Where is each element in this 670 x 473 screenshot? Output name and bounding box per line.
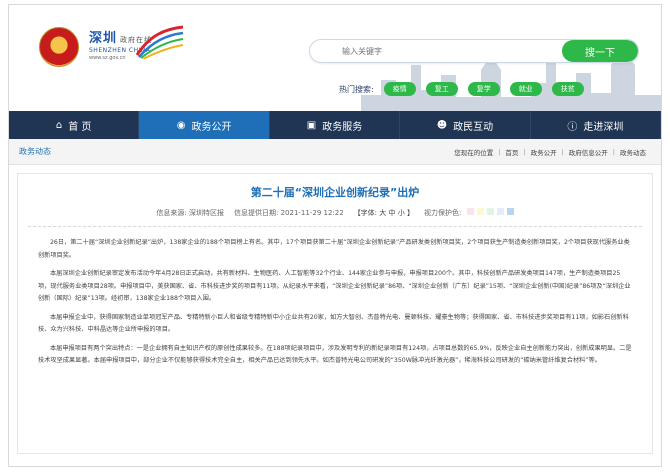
source-value: 深圳特区报 <box>189 209 224 217</box>
vision-color-swatch[interactable] <box>476 208 484 215</box>
article-paragraph: 26日，第二十届“深圳企业创新纪录”出炉，138家企业的188个项目榜上有名。其… <box>38 239 630 259</box>
vision-protect-control: 视力保护色: <box>424 208 514 218</box>
hot-search-item[interactable]: 扶贫 <box>551 82 584 96</box>
logo-swoosh-icon <box>135 25 184 59</box>
nav-item-label: 政民互动 <box>453 121 494 133</box>
monitor-icon: ▣ <box>306 119 317 131</box>
nav-item-gov-services[interactable]: ▣ 政务服务 <box>270 111 401 139</box>
article-title: 第二十届“深圳企业创新纪录”出炉 <box>250 186 420 199</box>
article-paragraph: 本届申报企业中，获得国家制造业单项冠军产品、专精特新小巨人和省级专精特新中小企业… <box>38 313 629 334</box>
vision-color-swatch[interactable] <box>506 208 514 215</box>
browser-frame: 深圳政府在线 SHENZHEN CHINA www.sz.gov.cn 搜一下 … <box>8 4 662 467</box>
article-meta: 信息来源: 深圳特区报 信息提供日期: 2021-11-29 12:22 【字体… <box>18 208 652 218</box>
date-label: 信息提供日期: <box>234 209 279 217</box>
nav-item-about-shenzhen[interactable]: ⓘ 走进深圳 <box>531 111 661 139</box>
breadcrumb: 您现在的位置 | 首页 | 政务公开 | 政府信息公开 | 政务动态 <box>449 147 651 157</box>
section-title: 政务动态 <box>19 147 51 156</box>
hot-search-item[interactable]: 疫情 <box>383 82 416 96</box>
nav-item-gov-affairs[interactable]: ◉ 政务公开 <box>139 111 270 139</box>
hot-search-item[interactable]: 复工 <box>425 82 458 96</box>
source-label: 信息来源: <box>156 209 187 217</box>
national-emblem-icon <box>39 27 79 67</box>
search-input[interactable] <box>310 40 565 62</box>
font-size-control: 【字体: 大 中 小 】 <box>353 209 414 217</box>
home-icon: ⌂ <box>55 119 63 131</box>
info-icon: ⓘ <box>567 121 578 133</box>
hot-search-item[interactable]: 就业 <box>509 82 542 96</box>
nav-item-label: 政务公开 <box>191 121 232 133</box>
nav-item-label: 走进深圳 <box>583 121 624 133</box>
search-button[interactable]: 搜一下 <box>562 40 638 62</box>
site-header: 深圳政府在线 SHENZHEN CHINA www.sz.gov.cn 搜一下 … <box>9 5 661 111</box>
breadcrumb-bar: 政务动态 您现在的位置 | 首页 | 政务公开 | 政府信息公开 | 政务动态 <box>9 139 661 165</box>
font-size-small[interactable]: 小 <box>398 209 405 217</box>
radio-icon: ◉ <box>176 119 186 131</box>
nav-item-label: 政务服务 <box>322 121 363 133</box>
breadcrumb-item[interactable]: 政府信息公开 <box>564 147 613 157</box>
nav-item-label: 首 页 <box>68 121 92 133</box>
date-value: 2021-11-29 12:22 <box>280 209 344 217</box>
breadcrumb-item[interactable]: 首页 <box>500 147 523 157</box>
vision-color-swatch[interactable] <box>496 208 504 215</box>
hot-search: 热门搜索: 疫情 复工 复学 就业 扶贫 <box>339 82 584 96</box>
main-nav: ⌂ 首 页 ◉ 政务公开 ▣ 政务服务 ☻ 政民互动 ⓘ 走进深圳 <box>9 111 661 139</box>
font-size-large[interactable]: 大 <box>379 209 386 217</box>
vision-protect-label: 视力保护色: <box>423 209 462 217</box>
breadcrumb-item[interactable]: 政务公开 <box>526 147 562 157</box>
vision-color-swatch[interactable] <box>466 208 474 215</box>
article-body: 26日，第二十届“深圳企业创新纪录”出炉，138家企业的188个项目榜上有名。其… <box>18 227 652 368</box>
breadcrumb-item[interactable]: 政务动态 <box>615 147 651 157</box>
nav-item-home[interactable]: ⌂ 首 页 <box>9 111 140 139</box>
hot-search-label: 热门搜索: <box>339 84 374 94</box>
article-paragraph: 本届申报项目有两个突出特点：一是企业拥有自主知识产权的原创性成果较多。在188项… <box>38 344 632 365</box>
article-paragraph: 本届深圳企业创新纪录审定发布活动今年4月28日正式启动，共有新材料、生物医药、人… <box>38 270 631 302</box>
nav-item-interaction[interactable]: ☻ 政民互动 <box>400 111 531 139</box>
people-icon: ☻ <box>436 119 448 131</box>
hot-search-item[interactable]: 复学 <box>467 82 500 96</box>
article: 第二十届“深圳企业创新纪录”出炉 信息来源: 深圳特区报 信息提供日期: 202… <box>17 173 653 454</box>
logo-title: 深圳 <box>89 31 118 46</box>
vision-color-swatch[interactable] <box>486 208 494 215</box>
breadcrumb-position-label: 您现在的位置 <box>454 148 494 157</box>
search-bar: 搜一下 <box>309 39 639 63</box>
font-size-medium[interactable]: 中 <box>389 209 396 217</box>
